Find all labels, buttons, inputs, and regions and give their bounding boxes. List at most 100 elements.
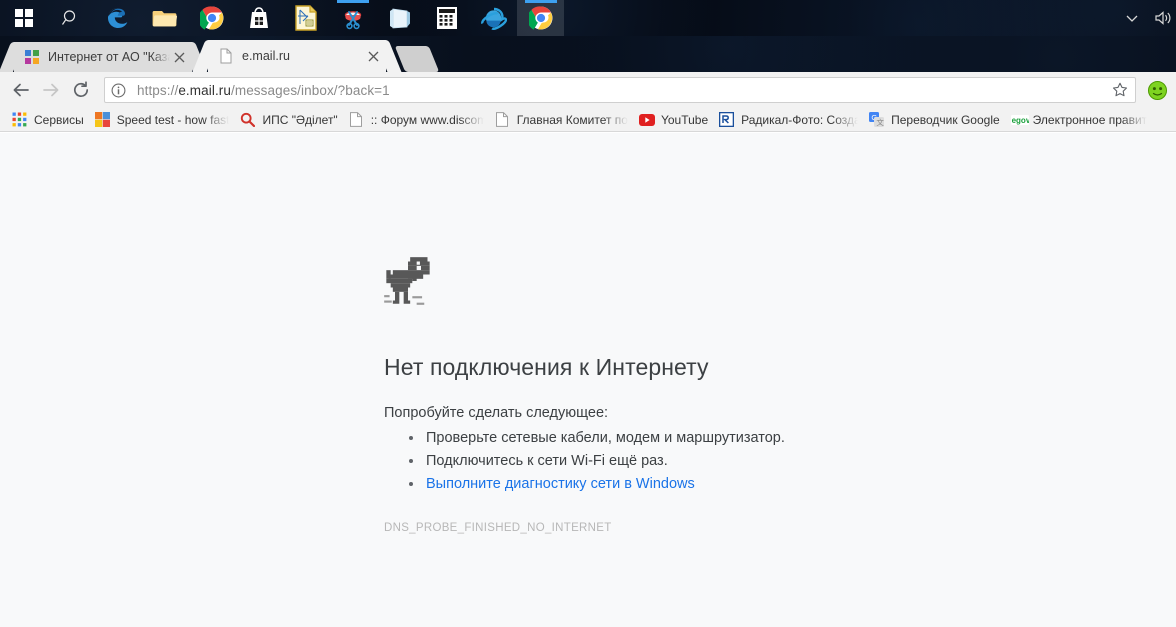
page-icon (349, 112, 365, 128)
suggestion-text: Проверьте сетевые кабели, модем и маршру… (426, 430, 785, 446)
calculator-icon (436, 6, 458, 30)
suggestion-item: Проверьте сетевые кабели, модем и маршру… (424, 427, 984, 450)
taskbar-chrome-active-button[interactable] (517, 0, 564, 36)
bookmark-label: Радикал-Фото: Созда (741, 113, 858, 127)
bookmark-item-youtube[interactable]: YouTube (635, 109, 715, 131)
browser-tab-0[interactable]: Интернет от АО "Казахт (14, 42, 192, 72)
bookmark-label: Главная Комитет по (517, 113, 628, 127)
error-title: Нет подключения к Интернету (384, 354, 984, 381)
svg-text:egov: egov (1011, 116, 1028, 125)
offline-dinosaur-icon (384, 255, 432, 307)
avatar (1148, 81, 1167, 100)
taskbar-calculator-button[interactable] (423, 0, 470, 36)
bookmark-label: :: Форум www.discom (371, 113, 484, 127)
tray-chevron-up-button[interactable] (1124, 10, 1140, 26)
star-icon (1112, 82, 1128, 98)
address-bar[interactable]: https://e.mail.ru/messages/inbox/?back=1 (104, 77, 1136, 103)
chrome-icon (200, 6, 224, 30)
reload-icon (71, 80, 91, 100)
onenote-icon (388, 6, 412, 30)
arrow-right-icon (41, 80, 61, 100)
edge-icon (105, 5, 131, 31)
taskbar-microsoft-store-button[interactable] (235, 0, 282, 36)
taskbar-internet-explorer-button[interactable] (470, 0, 517, 36)
chrome-active-icon (529, 6, 553, 30)
error-subtitle: Попробуйте сделать следующее: (384, 405, 984, 421)
bookmark-label: Speed test - how fast (117, 113, 230, 127)
suggestion-item: Подключитесь к сети Wi-Fi ещё раз. (424, 450, 984, 473)
volume-icon (1154, 10, 1172, 26)
forward-button[interactable] (36, 75, 66, 105)
page-icon (218, 48, 234, 64)
tray-volume-button[interactable] (1154, 10, 1172, 26)
network-error-container: Нет подключения к Интернету Попробуйте с… (384, 255, 984, 534)
bookmark-label: Электронное правит (1033, 113, 1148, 127)
taskbar-spacer (564, 0, 1124, 36)
snipping-tool-icon (341, 6, 365, 30)
egov-icon: egov (1011, 112, 1027, 128)
tab-close-icon[interactable] (170, 48, 188, 66)
bookmark-label: Переводчик Google (891, 113, 1000, 127)
suggestion-item[interactable]: Выполните диагностику сети в Windows (424, 473, 984, 496)
radikal-icon (719, 112, 735, 128)
taskbar-search-button[interactable] (47, 0, 94, 36)
taskbar-onenote-button[interactable] (376, 0, 423, 36)
page-icon (495, 112, 511, 128)
system-tray (1124, 0, 1176, 36)
arrow-left-icon (11, 80, 31, 100)
error-suggestion-list: Проверьте сетевые кабели, модем и маршру… (384, 427, 984, 496)
youtube-icon (639, 112, 655, 128)
bookmark-label: Сервисы (34, 113, 84, 127)
site-information-icon[interactable] (111, 83, 129, 98)
windows-start-button[interactable] (0, 0, 47, 36)
taskbar-edge-button[interactable] (94, 0, 141, 36)
windows-start-icon (14, 8, 34, 28)
chevron-up-icon (1124, 10, 1140, 26)
google-translate-icon: G 文 (869, 112, 885, 128)
new-tab-button[interactable] (395, 46, 440, 72)
taskbar-running-indicator (525, 0, 557, 3)
apps-grid-icon (12, 112, 28, 128)
error-code: DNS_PROBE_FINISHED_NO_INTERNET (384, 522, 984, 534)
browser-tab-title: Интернет от АО "Казахт (48, 50, 170, 64)
taskbar-chrome-button[interactable] (188, 0, 235, 36)
windows-taskbar (0, 0, 1176, 36)
reload-button[interactable] (66, 75, 96, 105)
bookmark-item-adilet[interactable]: ИПС "Әділет" (236, 109, 344, 131)
windows-squares-icon (24, 49, 40, 65)
autocad-icon (294, 5, 318, 31)
address-bar-url: https://e.mail.ru/messages/inbox/?back=1 (137, 83, 1111, 98)
tab-close-icon[interactable] (364, 47, 382, 65)
browser-tab-title: e.mail.ru (242, 49, 364, 63)
bookmark-item-google-translate[interactable]: G 文 Переводчик Google (865, 109, 1007, 131)
bookmark-star-button[interactable] (1111, 82, 1129, 98)
taskbar-snipping-tool-button[interactable] (329, 0, 376, 36)
internet-explorer-icon (481, 5, 507, 31)
bookmark-label: YouTube (661, 113, 708, 127)
taskbar-file-explorer-button[interactable] (141, 0, 188, 36)
page-content-area: Нет подключения к Интернету Попробуйте с… (0, 133, 1176, 627)
browser-toolbar: https://e.mail.ru/messages/inbox/?back=1 (0, 72, 1176, 108)
network-diagnostics-link[interactable]: Выполните диагностику сети в Windows (426, 476, 695, 492)
speedtest-icon (95, 112, 111, 128)
file-explorer-icon (152, 6, 178, 30)
bookmark-item-komitet[interactable]: Главная Комитет по (491, 109, 635, 131)
taskbar-running-indicator (337, 0, 369, 3)
bookmarks-bar: Сервисы Speed test - how fast ИПС "Әділе… (0, 108, 1176, 132)
taskbar-autocad-button[interactable] (282, 0, 329, 36)
svg-text:文: 文 (877, 117, 885, 127)
bookmark-item-forum[interactable]: :: Форум www.discom (345, 109, 491, 131)
browser-tab-strip: Интернет от АО "Казахт e.mail.ru (0, 36, 1176, 72)
profile-avatar-button[interactable] (1144, 77, 1170, 103)
bookmark-item-services[interactable]: Сервисы (8, 109, 91, 131)
bookmark-item-speedtest[interactable]: Speed test - how fast (91, 109, 237, 131)
bookmark-label: ИПС "Әділет" (262, 113, 337, 127)
suggestion-text: Подключитесь к сети Wi-Fi ещё раз. (426, 453, 668, 469)
search-icon (61, 8, 81, 28)
bookmark-item-egov[interactable]: egov Электронное правит (1007, 109, 1155, 131)
bookmark-item-radikal[interactable]: Радикал-Фото: Созда (715, 109, 865, 131)
search-red-icon (240, 112, 256, 128)
microsoft-store-icon (248, 6, 270, 30)
browser-tab-1[interactable]: e.mail.ru (208, 40, 386, 72)
back-button[interactable] (6, 75, 36, 105)
